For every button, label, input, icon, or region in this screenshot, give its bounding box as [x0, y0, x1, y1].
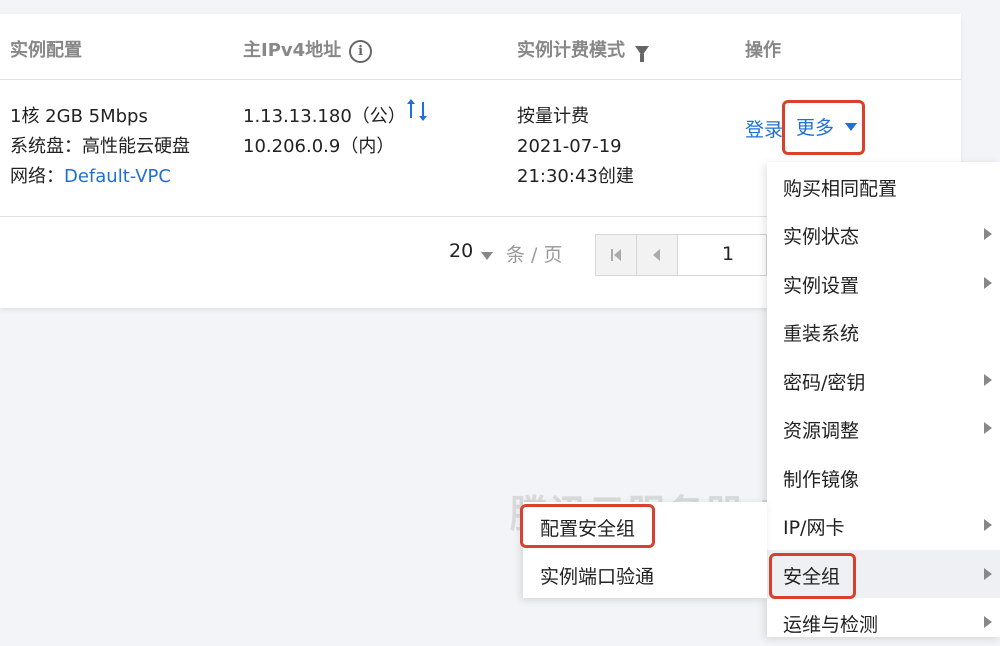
menu-item-label: 运维与检测 — [783, 614, 879, 636]
menu-item-create-image[interactable]: 制作镜像 — [767, 453, 1000, 501]
header-ipv4: 主IPv4地址 i — [243, 36, 373, 63]
switch-ip-icon[interactable] — [405, 98, 429, 122]
security-group-highlight-box — [769, 553, 856, 599]
menu-item-password-key[interactable]: 密码/密钥 — [767, 356, 1000, 404]
menu-item-label: IP/网卡 — [783, 517, 845, 539]
chevron-right-icon — [984, 616, 992, 628]
pagination — [595, 234, 767, 276]
chevron-right-icon — [984, 422, 992, 434]
page-size-unit: 条 / 页 — [506, 244, 563, 266]
billing-cell: 按量计费 2021-07-19 21:30:43创建 — [517, 102, 634, 192]
header-ipv4-label: 主IPv4地址 — [243, 40, 342, 61]
header-divider — [0, 79, 961, 80]
menu-item-label: 密码/密钥 — [783, 372, 866, 394]
menu-item-label: 购买相同配置 — [783, 178, 898, 200]
chevron-right-icon — [984, 568, 992, 580]
more-dropdown-button[interactable]: 更多 — [796, 113, 834, 140]
menu-item-ops-monitoring[interactable]: 运维与检测 — [767, 598, 1000, 646]
page-number-input[interactable]: 1 — [722, 243, 734, 265]
login-link[interactable]: 登录 — [745, 115, 783, 142]
ip-cell: 1.13.13.180（公） 10.206.0.9（内） — [243, 102, 406, 162]
menu-item-buy-same[interactable]: 购买相同配置 — [767, 162, 1000, 210]
menu-item-instance-settings[interactable]: 实例设置 — [767, 259, 1000, 307]
config-spec: 1核 2GB 5Mbps — [10, 106, 148, 127]
prev-page-icon — [653, 249, 660, 261]
submenu-item-port-check[interactable]: 实例端口验通 — [523, 550, 767, 598]
page-size-caret-icon[interactable] — [481, 252, 493, 260]
network-label: 网络： — [10, 166, 64, 187]
menu-item-instance-status[interactable]: 实例状态 — [767, 210, 1000, 258]
chevron-down-icon[interactable] — [845, 123, 857, 131]
chevron-right-icon — [984, 374, 992, 386]
ip-public: 1.13.13.180（公） — [243, 106, 406, 127]
menu-item-label: 制作镜像 — [783, 469, 860, 491]
page-size-select[interactable]: 20 — [449, 240, 473, 262]
instance-config-cell: 1核 2GB 5Mbps 系统盘：高性能云硬盘 网络：Default-VPC — [10, 102, 190, 192]
first-page-button[interactable] — [596, 235, 637, 275]
header-billing-label: 实例计费模式 — [517, 40, 625, 61]
created-time: 21:30:43创建 — [517, 166, 634, 187]
header-actions: 操作 — [745, 40, 781, 61]
header-config: 实例配置 — [10, 40, 82, 61]
ip-private: 10.206.0.9（内） — [243, 136, 395, 157]
network-link[interactable]: Default-VPC — [64, 166, 171, 187]
config-network: 网络：Default-VPC — [10, 162, 190, 192]
chevron-right-icon — [984, 519, 992, 531]
info-icon[interactable]: i — [349, 39, 373, 63]
menu-item-label: 实例设置 — [783, 275, 860, 297]
submenu-item-label: 实例端口验通 — [540, 566, 655, 588]
config-disk: 系统盘：高性能云硬盘 — [10, 136, 190, 157]
prev-page-button[interactable] — [637, 235, 678, 275]
menu-item-ip-nic[interactable]: IP/网卡 — [767, 501, 1000, 549]
menu-item-resource-adjust[interactable]: 资源调整 — [767, 404, 1000, 452]
menu-item-label: 实例状态 — [783, 226, 860, 248]
billing-mode: 按量计费 — [517, 106, 589, 127]
chevron-right-icon — [984, 277, 992, 289]
menu-item-reinstall[interactable]: 重装系统 — [767, 307, 1000, 355]
config-security-group-highlight-box — [520, 504, 655, 548]
menu-item-label: 重装系统 — [783, 323, 860, 345]
chevron-right-icon — [984, 228, 992, 240]
first-page-icon — [611, 249, 621, 261]
menu-item-label: 资源调整 — [783, 420, 860, 442]
header-billing: 实例计费模式 — [517, 36, 649, 62]
filter-icon[interactable] — [635, 46, 649, 62]
created-date: 2021-07-19 — [517, 136, 622, 157]
